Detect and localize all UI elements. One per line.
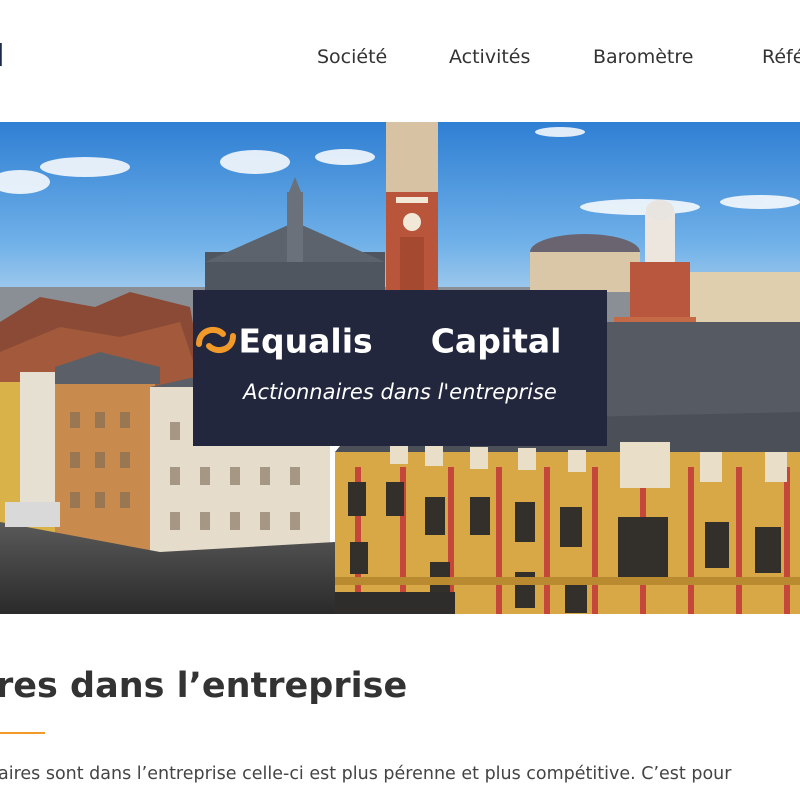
hero-tagline: Actionnaires dans l'entreprise: [243, 380, 557, 404]
nav-item-activites[interactable]: Activités: [449, 44, 530, 70]
equalis-capital-logo: Equalis Capital: [193, 320, 607, 362]
logo-word-capital: Capital: [430, 321, 562, 361]
nav-item-societe[interactable]: Société: [317, 44, 387, 70]
section-paragraph: aires sont dans l’entreprise celle-ci es…: [0, 764, 732, 784]
site-header: l Société Activités Baromètre Réfé: [0, 0, 800, 122]
hero-banner: Equalis Capital Actionnaires dans l'entr…: [193, 290, 607, 446]
nav-item-references[interactable]: Réfé: [762, 44, 800, 70]
title-underline: [0, 732, 45, 734]
hero-section: Equalis Capital Actionnaires dans l'entr…: [0, 122, 800, 614]
nav-item-barometre[interactable]: Baromètre: [593, 44, 693, 70]
site-logo[interactable]: l: [0, 40, 4, 74]
section-title: res dans l’entreprise: [0, 666, 408, 706]
logo-word-equalis: Equalis: [238, 321, 373, 361]
logo-swirl-icon: [196, 322, 425, 362]
